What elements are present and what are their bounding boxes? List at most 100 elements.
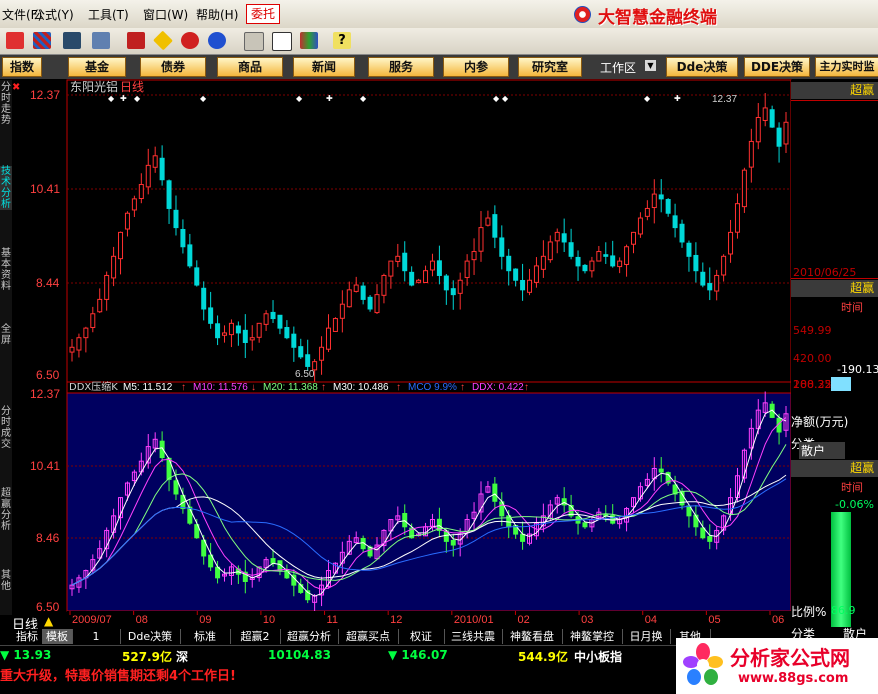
draw-icon[interactable] [33,32,51,49]
books-icon[interactable] [300,32,318,49]
price-candle [464,260,470,278]
price-candle [527,279,533,293]
ticker-text[interactable]: 重大升级，特惠价销售期还剩4个工作日! [0,665,236,684]
x-tick-label: 05 [708,614,720,626]
menu-help[interactable]: 帮助(H) [196,6,238,23]
nav-commodity-button[interactable]: 商品 [217,57,283,77]
bottom-tab[interactable]: 1 [72,629,121,644]
price-candle [409,271,415,286]
x-tick-label: 12 [390,614,402,626]
price-candle [284,327,290,339]
tab-other[interactable]: 其他 [0,570,12,592]
bottom-tab[interactable]: 神鳌看盘 [502,629,563,644]
quote-icon[interactable] [6,32,24,49]
price-candle [644,207,650,217]
menu-formula[interactable]: 公式(Y) [33,6,74,23]
tab-fullscreen[interactable]: 全屏 [0,324,12,346]
triangle-up-icon[interactable]: ▲ [44,614,53,628]
tab-technical[interactable]: 技术分析 [0,166,12,210]
price-candle [762,107,768,121]
nav-fund-button[interactable]: 基金 [68,57,126,77]
ddx-candle [700,527,706,539]
bottom-tab[interactable]: 模板 [42,629,73,644]
ddx-candle [215,566,221,579]
price-candle [423,270,429,284]
rp-header-1-text: 超赢 [850,83,875,97]
menu-tools[interactable]: 工具(T) [88,6,129,23]
speaker-icon[interactable] [181,32,199,49]
rp-scale-1: 549.99 [793,324,832,337]
bottom-tab[interactable]: 超赢2 [230,629,281,644]
dde-decision-button[interactable]: Dde决策 [666,57,738,77]
tab-tick-deals[interactable]: 分时成交 [0,406,12,450]
price-candle [332,318,338,332]
main-monitor-button[interactable]: 主力实时监 [815,57,878,77]
window-icon[interactable] [272,32,292,51]
ddx-candle [693,514,699,528]
rp-header-3-text: 超赢 [850,461,875,475]
help-icon[interactable]: ? [333,32,351,49]
price-candle [346,289,352,308]
chart-area[interactable]: 12.37 10.41 8.44 6.50 东阳光铝 日线 ✖ ◆ ✚ ◆ ◆ ◆ ✚ ◆ ◆… [12,79,792,626]
x-axis-bg [67,611,791,615]
event-marker: ◆ [296,94,303,103]
tab-intraday[interactable]: 分时走势 [0,82,12,126]
entrust-button[interactable]: 委托 [246,4,280,24]
event-marker: ✚ [326,94,333,103]
tools-icon[interactable] [92,32,110,49]
calculator-icon[interactable] [244,32,264,51]
bottom-tab[interactable]: 标准 [180,629,231,644]
chevron-down-icon[interactable]: ▼ [645,60,656,71]
globe-icon[interactable] [208,32,226,49]
event-marker: ◆ [502,94,509,103]
bottom-tab[interactable]: 神鳌掌控 [562,629,623,644]
diamond-icon[interactable] [153,30,173,51]
rp-bar-cyan [831,377,851,391]
nav-research-button[interactable]: 研究室 [518,57,582,77]
price-candle [228,322,234,336]
x-tick-label: 02 [517,614,529,626]
price-candle [575,256,581,267]
bottom-tab[interactable]: 日月换 [622,629,671,644]
price-candle [658,194,664,200]
price-candle [395,255,401,262]
nav-bond-button[interactable]: 债券 [140,57,206,77]
ddx-candle [402,513,408,528]
nav-insider-button[interactable]: 内参 [443,57,509,77]
bottom-tab[interactable]: 权证 [398,629,445,644]
bottom-tab[interactable]: 超赢买点 [338,629,399,644]
price-candle [603,254,609,257]
price-y-label-2: 10.41 [30,182,60,196]
price-candle [589,260,595,272]
rp-value-pos: 108.32 [793,378,832,391]
rp-divider [791,100,878,101]
price-candle [201,287,207,310]
bottom-tab[interactable]: 三线共震 [444,629,503,644]
bottom-tab[interactable]: 指标 [12,629,43,644]
x-tick-label: 08 [136,614,148,626]
bottom-tab[interactable]: Dde决策 [120,629,181,644]
price-candle [665,199,671,214]
bottom-tab[interactable]: 超赢分析 [280,629,339,644]
price-candle [166,180,172,209]
price-candle [485,217,491,226]
menu-window[interactable]: 窗口(W) [143,6,188,23]
workarea-label[interactable]: 工作区 [600,59,636,76]
price-candle [374,294,380,314]
price-candle [194,267,200,286]
price-candle [436,260,442,276]
dde-decision-button-2[interactable]: DDE决策 [744,57,810,77]
ddx-indicator-arrow: ↑ [460,382,465,393]
tab-fundamentals[interactable]: 基本资料 [0,248,12,292]
binoculars-icon[interactable] [63,32,81,49]
close-icon[interactable]: ✖ [12,82,20,93]
rp-header-2: 超赢 [791,280,878,297]
ddx-indicator: M30: 10.486 [333,382,389,393]
flag-icon[interactable] [127,32,145,49]
tab-chaoying[interactable]: 超赢分析 [0,488,12,532]
nav-service-button[interactable]: 服务 [368,57,434,77]
nav-news-button[interactable]: 新闻 [293,57,355,77]
x-tick-label: 10 [263,614,275,626]
chart-svg[interactable]: 12.37 10.41 8.44 6.50 东阳光铝 日线 ✖ ◆ ✚ ◆ ◆ ◆ ✚ ◆ ◆… [12,79,792,626]
nav-index-button[interactable]: 指数 [2,57,42,77]
